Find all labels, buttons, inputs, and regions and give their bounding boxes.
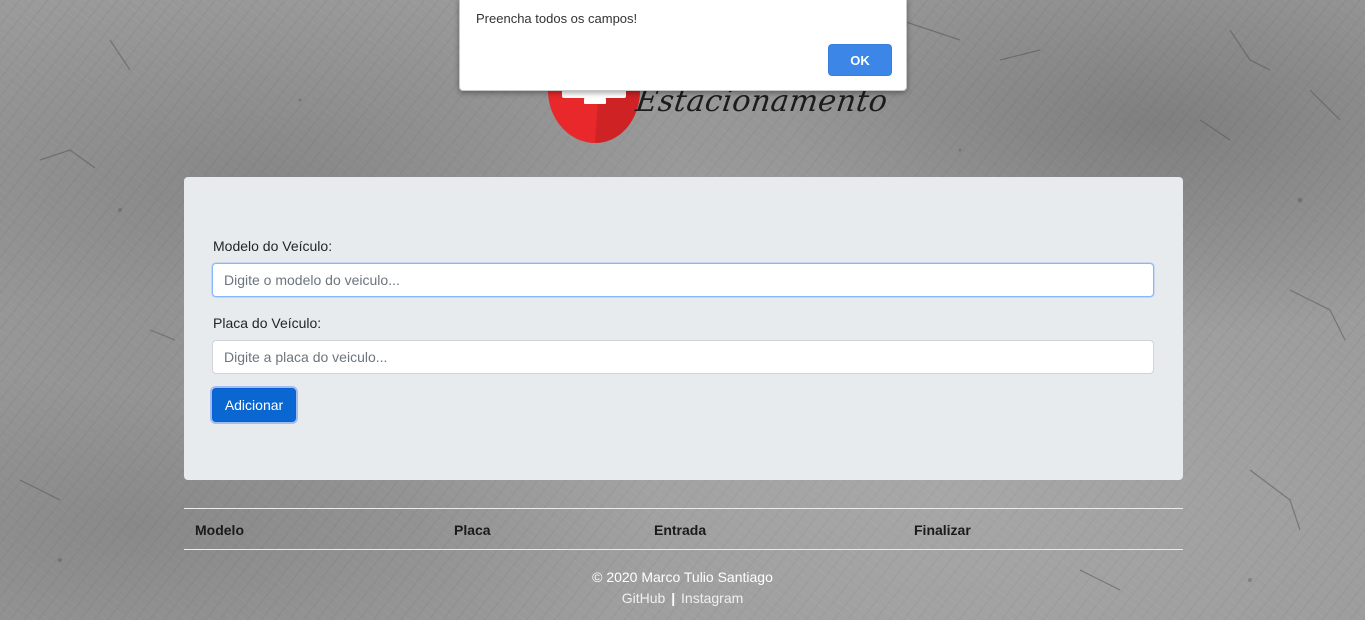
add-button[interactable]: Adicionar [212,388,296,422]
vehicles-table: Modelo Placa Entrada Finalizar [184,508,1183,550]
alert-message: Preencha todos os campos! [476,11,638,26]
alert-dialog: Preencha todos os campos! OK [459,0,907,91]
table-header: Modelo Placa Entrada Finalizar [184,508,1183,550]
plate-label: Placa do Veículo: [213,315,322,331]
column-header-entrada: Entrada [654,522,707,538]
plate-input[interactable] [212,340,1154,374]
github-link[interactable]: GitHub [622,590,666,606]
instagram-link[interactable]: Instagram [681,590,743,606]
model-input[interactable] [212,263,1154,297]
vehicle-form-card: Modelo do Veículo: Placa do Veículo: Adi… [184,177,1183,480]
model-label: Modelo do Veículo: [213,238,333,254]
footer-links: GitHub | Instagram [0,590,1365,606]
column-header-placa: Placa [454,522,491,538]
footer-copyright: © 2020 Marco Tulio Santiago [592,569,773,585]
column-header-modelo: Modelo [195,522,244,538]
alert-ok-button[interactable]: OK [828,44,892,76]
column-header-finalizar: Finalizar [914,522,971,538]
link-separator: | [671,590,676,606]
